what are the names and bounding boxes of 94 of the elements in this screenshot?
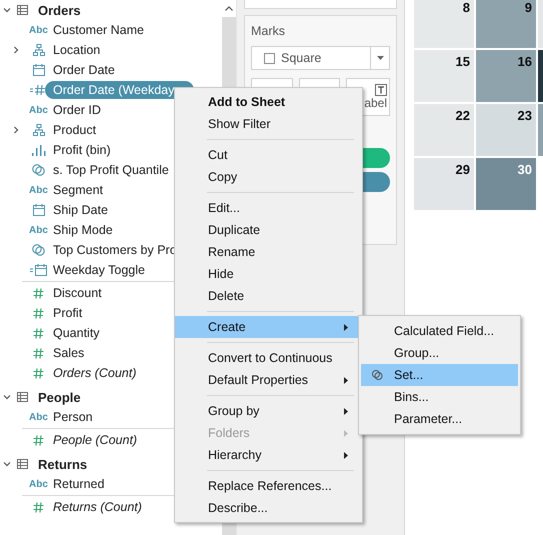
menu-item[interactable]: Set... — [361, 364, 518, 386]
field-item[interactable]: Customer Name — [53, 22, 150, 38]
menu-item[interactable]: Bins... — [361, 386, 518, 408]
field-item[interactable]: Segment — [53, 182, 110, 198]
chevron-icon[interactable] — [3, 460, 11, 468]
field-item[interactable]: People (Count) — [53, 432, 144, 448]
menu-item[interactable]: Copy — [175, 166, 362, 188]
field-item[interactable]: Person — [53, 409, 99, 425]
menu-item[interactable]: Parameter... — [361, 408, 518, 430]
submenu-arrow-icon — [344, 430, 348, 436]
bar-chart-icon — [32, 144, 46, 156]
submenu-arrow-icon — [344, 452, 348, 458]
table-name[interactable]: Returns — [38, 456, 88, 472]
table-name[interactable]: People — [38, 390, 81, 404]
calendar-cell: 8 — [414, 0, 474, 48]
table-name[interactable]: Orders — [38, 2, 81, 18]
submenu-arrow-icon — [344, 376, 348, 384]
hash-icon — [33, 328, 44, 338]
menu-item[interactable]: Group... — [361, 342, 518, 364]
table-icon — [17, 459, 28, 469]
menu-item[interactable]: Replace References... — [175, 475, 362, 497]
field-item[interactable]: Sales — [53, 345, 90, 361]
calendar-cell: 16 — [476, 50, 536, 102]
hash-icon — [33, 308, 44, 318]
menu-item[interactable]: Cut — [175, 144, 362, 166]
set-icon — [32, 164, 45, 176]
menu-item[interactable]: Default Properties — [175, 369, 362, 391]
menu-item[interactable]: Hide — [175, 263, 362, 285]
calendar-cell: 30 — [476, 158, 536, 210]
menu-item[interactable]: Hierarchy — [175, 444, 362, 466]
string-type-icon: Abc — [29, 412, 48, 422]
field-item[interactable]: Profit — [53, 305, 88, 321]
calendar-parameter-icon — [30, 264, 47, 276]
hash-icon — [33, 368, 44, 378]
field-item[interactable]: Order Date — [53, 62, 121, 78]
field-item[interactable]: Location — [53, 42, 106, 58]
calendar-cell: 29 — [414, 158, 474, 210]
hierarchy-icon — [32, 44, 44, 56]
calendar-cell: 23 — [476, 104, 536, 156]
hash-parameter-icon — [30, 84, 47, 96]
menu-item[interactable]: Calculated Field... — [361, 320, 518, 342]
menu-item[interactable]: Convert to Continuous — [175, 347, 362, 369]
set-icon — [372, 370, 383, 380]
field-item[interactable]: Order Date (Weekday — [45, 81, 194, 99]
chevron-icon[interactable] — [3, 393, 11, 401]
string-type-icon: Abc — [29, 24, 48, 36]
marks-title: Marks — [251, 24, 286, 38]
menu-item[interactable]: Duplicate — [175, 219, 362, 241]
field-item[interactable]: Quantity — [53, 325, 106, 341]
field-item[interactable]: Orders (Count) — [53, 365, 142, 381]
chevron-icon[interactable] — [3, 6, 11, 14]
field-item[interactable]: Ship Date — [53, 202, 114, 218]
field-item[interactable]: Returned — [53, 476, 110, 492]
caret-icon — [376, 56, 384, 60]
field-item[interactable]: Order ID — [53, 102, 107, 118]
hierarchy-icon — [32, 124, 44, 136]
mark-type-label: Square — [281, 51, 322, 65]
field-item[interactable]: s. Top Profit Quantile — [53, 162, 175, 178]
menu-item[interactable]: Group by — [175, 400, 362, 422]
text-icon — [375, 84, 388, 96]
submenu-arrow-icon — [344, 324, 348, 330]
menu-item[interactable]: Edit... — [175, 197, 362, 219]
table-icon — [17, 5, 28, 15]
submenu-arrow-icon — [344, 408, 348, 414]
field-item[interactable]: Product — [53, 122, 102, 138]
calendar-cell: 15 — [414, 50, 474, 102]
field-item[interactable]: Weekday Toggle — [53, 262, 151, 278]
string-type-icon: Abc — [29, 224, 48, 236]
string-type-icon: Abc — [29, 104, 48, 116]
chevron-icon[interactable] — [12, 46, 20, 54]
field-item[interactable]: Ship Mode — [53, 222, 119, 238]
calendar-icon — [32, 204, 44, 216]
field-item[interactable]: Discount — [53, 285, 108, 301]
chevron-icon[interactable] — [12, 126, 20, 134]
menu-item[interactable]: Rename — [175, 241, 362, 263]
calendar-cell: 9 — [476, 0, 536, 48]
menu-item[interactable]: Show Filter — [175, 113, 362, 135]
hash-icon — [33, 502, 44, 512]
scroll-up-icon[interactable] — [225, 6, 233, 11]
calendar-icon — [32, 64, 44, 76]
menu-item[interactable]: Delete — [175, 285, 362, 307]
mark-type-dropdown[interactable]: Square — [251, 46, 390, 70]
hash-icon — [33, 288, 44, 298]
hash-icon — [33, 434, 44, 446]
set-icon — [32, 244, 45, 256]
string-type-icon: Abc — [29, 184, 48, 196]
table-icon — [17, 392, 28, 402]
menu-item[interactable]: Describe... — [175, 497, 362, 519]
field-item[interactable]: Returns (Count) — [53, 499, 148, 515]
hash-icon — [33, 348, 44, 358]
field-item[interactable]: Profit (bin) — [53, 142, 117, 158]
calendar-cell: 22 — [414, 104, 474, 156]
string-type-icon: Abc — [29, 478, 48, 490]
square-icon — [264, 52, 275, 64]
